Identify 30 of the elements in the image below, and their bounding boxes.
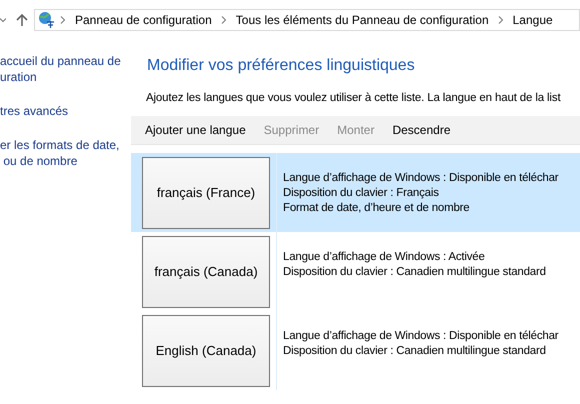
up-arrow-icon[interactable] [16,13,28,27]
breadcrumb-item[interactable]: Tous les éléments du Panneau de configuration [230,13,494,27]
breadcrumb-item[interactable]: Panneau de configuration [70,13,217,27]
language-button[interactable]: français (Canada) [142,236,270,308]
chevron-down-icon[interactable] [0,18,6,22]
description-text: Ajoutez les langues que vous voulez utiliser à cette liste. La langue en haut de la list [146,92,562,104]
language-detail: Disposition du clavier : Canadien multilingue standard [283,265,546,280]
breadcrumb-item[interactable]: Langue [508,13,558,27]
chevron-right-icon[interactable] [60,16,66,24]
chevron-right-icon[interactable] [498,16,504,24]
language-detail: Langue d’affichage de Windows : Activée [283,250,486,265]
language-row[interactable]: français (Canada) Langue d’affichage de Windows : Activée Disposition du clavier : Canadien multilingue standard [131,232,580,311]
sidebar-link[interactable]: er les formats de date, ou de nombre [0,137,131,169]
sidebar-link[interactable]: accueil du panneau de uration [0,53,131,85]
language-detail: Format de date, d’heure et de nombre [283,201,470,216]
toolbar-button[interactable]: Ajouter une langue [145,123,246,137]
address-bar[interactable]: Panneau de configuration Tous les éléments du Panneau de configuration Langue [34,9,580,31]
language-row[interactable]: français (France) Langue d’affichage de Windows : Disponible en téléchar Disposition du clavier : Français Format de date, d’heure et de nombre [131,153,580,232]
language-detail: Langue d’affichage de Windows : Disponible en téléchar [283,171,558,186]
chevron-right-icon[interactable] [220,16,227,24]
language-button[interactable]: français (France) [142,156,270,228]
language-button[interactable]: English (Canada) [142,314,270,386]
page-heading: Modifier vos préférences linguistiques [147,56,416,76]
language-detail: Disposition du clavier : Canadien multilingue standard [283,344,547,359]
language-detail: Langue d’affichage de Windows : Disponible en téléchar [283,329,558,344]
language-detail: Disposition du clavier : Français [283,186,440,201]
globe-language-icon [38,11,56,29]
language-row[interactable]: English (Canada) Langue d’affichage de Windows : Disponible en téléchar Disposition du clavier : Canadien multilingue standard [131,311,580,390]
sidebar-link[interactable]: tres avancés [0,103,131,119]
toolbar-button[interactable]: Descendre [392,123,450,137]
